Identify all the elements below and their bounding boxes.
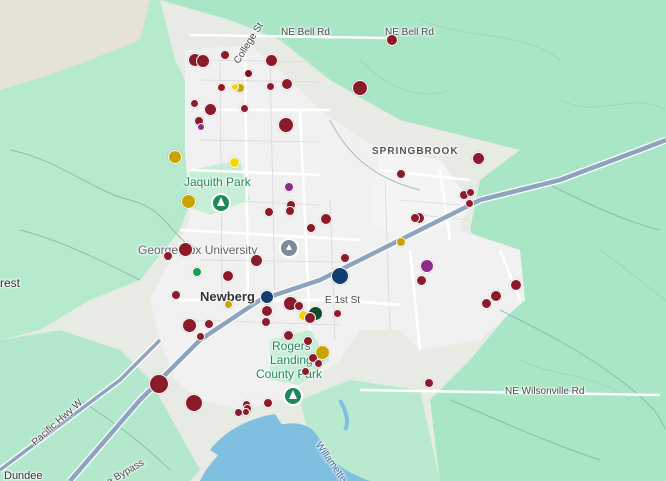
map-base-layer: [0, 0, 666, 481]
map-marker[interactable]: [471, 151, 485, 165]
map-marker[interactable]: [163, 251, 173, 261]
tree-icon[interactable]: [211, 193, 231, 213]
map-marker[interactable]: [300, 366, 310, 376]
map-marker[interactable]: [223, 299, 233, 309]
map-marker[interactable]: [313, 358, 323, 368]
map-marker[interactable]: [196, 54, 210, 68]
map-marker[interactable]: [424, 378, 434, 388]
map-marker[interactable]: [261, 317, 271, 327]
place-label-dundee: Dundee: [4, 470, 43, 481]
map-marker[interactable]: [285, 206, 295, 216]
map-marker[interactable]: [249, 253, 263, 267]
map-marker[interactable]: [284, 182, 294, 192]
graduation-cap-icon[interactable]: ▲: [279, 238, 299, 258]
map-canvas[interactable]: NE Bell Rd NE Bell Rd College St SPRINGB…: [0, 0, 666, 481]
map-marker[interactable]: [480, 297, 492, 309]
map-marker[interactable]: [396, 237, 406, 247]
park-label-county-park: County Park: [256, 367, 323, 381]
district-label-springbrook: SPRINGBROOK: [372, 146, 459, 157]
map-marker[interactable]: [386, 34, 398, 46]
map-marker[interactable]: [222, 270, 234, 282]
map-marker[interactable]: [320, 213, 332, 225]
map-marker[interactable]: [282, 329, 294, 341]
road-label-e-1st-st: E 1st St: [325, 295, 361, 306]
map-marker[interactable]: [216, 82, 226, 92]
map-marker[interactable]: [340, 253, 350, 263]
map-marker[interactable]: [220, 50, 230, 60]
map-marker[interactable]: [180, 193, 196, 209]
map-marker[interactable]: [304, 312, 316, 324]
map-marker[interactable]: [464, 198, 474, 208]
map-marker[interactable]: [231, 83, 239, 91]
map-marker[interactable]: [189, 98, 199, 108]
road-label-ne-bell-rd-west: NE Bell Rd: [281, 27, 330, 38]
poi-label-george-fox-university: George Fox University: [138, 243, 258, 257]
map-marker[interactable]: [332, 308, 342, 318]
park-label-jaquith: Jaquith Park: [184, 175, 251, 189]
map-marker[interactable]: [510, 279, 522, 291]
map-marker[interactable]: [278, 117, 294, 133]
map-marker[interactable]: [181, 317, 197, 333]
place-label-forest: rest: [0, 276, 21, 290]
map-marker[interactable]: [410, 213, 420, 223]
map-marker[interactable]: [396, 169, 406, 179]
map-marker[interactable]: [242, 408, 250, 416]
map-marker[interactable]: [195, 331, 205, 341]
map-marker[interactable]: [185, 394, 203, 412]
map-marker[interactable]: [149, 374, 169, 394]
map-marker[interactable]: [415, 274, 427, 286]
map-marker[interactable]: [168, 150, 182, 164]
map-marker[interactable]: [203, 102, 217, 116]
map-marker[interactable]: [331, 267, 349, 285]
tree-icon[interactable]: [283, 386, 303, 406]
park-label-landing: Landing: [270, 353, 313, 367]
map-marker[interactable]: [306, 223, 316, 233]
map-marker[interactable]: [260, 290, 274, 304]
map-marker[interactable]: [171, 290, 181, 300]
map-marker[interactable]: [264, 53, 278, 67]
map-marker[interactable]: [281, 78, 293, 90]
map-marker[interactable]: [303, 336, 313, 346]
map-marker[interactable]: [264, 207, 274, 217]
map-marker[interactable]: [490, 290, 502, 302]
map-marker[interactable]: [192, 267, 202, 277]
road-label-ne-wilsonville-rd: NE Wilsonville Rd: [505, 386, 585, 397]
map-marker[interactable]: [197, 123, 205, 131]
map-marker[interactable]: [261, 305, 273, 317]
map-marker[interactable]: [204, 319, 214, 329]
map-marker[interactable]: [263, 398, 273, 408]
map-marker[interactable]: [352, 80, 368, 96]
map-marker[interactable]: [265, 81, 275, 91]
map-marker[interactable]: [420, 259, 434, 273]
map-marker[interactable]: [239, 103, 249, 113]
map-marker[interactable]: [228, 156, 240, 168]
map-marker[interactable]: [243, 68, 253, 78]
map-marker[interactable]: [177, 241, 193, 257]
map-marker[interactable]: [465, 187, 475, 197]
